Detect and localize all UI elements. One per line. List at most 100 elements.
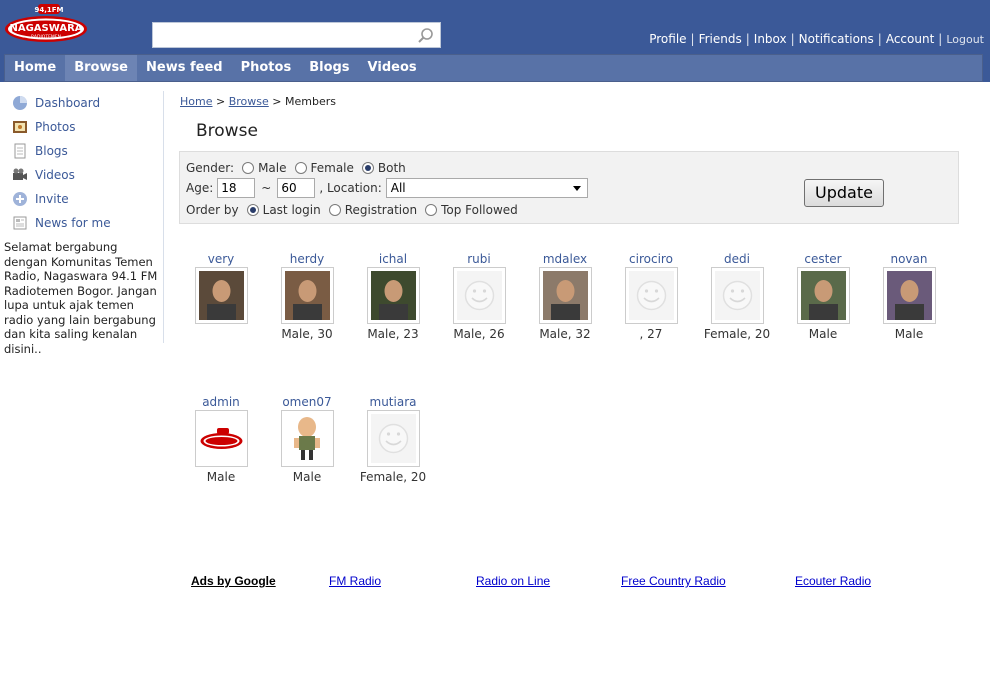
member-name-link[interactable]: admin [181,395,261,410]
member-photo-icon [284,271,330,320]
invite-icon [13,192,27,206]
member-card[interactable]: cirociro , 27 [611,252,691,341]
order-registration-label[interactable]: Registration [345,203,417,217]
sidebar-item-blogs[interactable]: Blogs [4,139,163,163]
gender-male-radio[interactable] [242,162,255,174]
nav-photos[interactable]: Photos [232,55,301,81]
member-meta: , 27 [639,327,663,341]
member-name-link[interactable]: rubi [439,252,519,267]
member-avatar[interactable] [710,267,764,324]
member-card[interactable]: very [181,252,261,327]
ads-label[interactable]: Ads by Google [191,574,276,588]
gender-both-radio[interactable] [361,162,374,174]
member-card[interactable]: dedi Female, 20 [697,252,777,341]
sidebar-item-videos[interactable]: Videos [4,163,163,187]
gender-female-radio[interactable] [294,162,307,174]
filter-panel: Gender: Male Female Both Age: 18 ~ 60 , … [179,151,959,224]
age-max-input[interactable]: 60 [277,178,316,198]
member-avatar[interactable] [624,267,678,324]
member-avatar[interactable] [882,267,936,324]
age-location-row: Age: 18 ~ 60 , Location: All [186,178,588,198]
dashboard-icon [13,96,27,110]
ad-link-fm-radio[interactable]: FM Radio [329,574,381,588]
sidebar-item-label: News for me [35,216,111,230]
member-avatar[interactable] [366,267,420,324]
order-registration-radio[interactable] [328,204,341,216]
location-select[interactable]: All [385,178,588,198]
logout-link[interactable]: Logout [946,33,984,46]
profile-link[interactable]: Profile [649,32,686,46]
member-card[interactable]: admin Male [181,395,261,484]
member-name-link[interactable]: herdy [267,252,347,267]
welcome-text: Selamat bergabung dengan Komunitas Temen… [4,240,158,356]
ad-link-radio-online[interactable]: Radio on Line [476,574,550,588]
friends-link[interactable]: Friends [699,32,742,46]
order-label: Order by [186,203,239,217]
member-name-link[interactable]: mutiara [353,395,433,410]
member-name-link[interactable]: cirociro [611,252,691,267]
member-card[interactable]: novan Male [869,252,949,341]
member-card[interactable]: cester Male [783,252,863,341]
member-name-link[interactable]: very [181,252,261,267]
member-avatar[interactable] [194,267,248,324]
gender-male-label[interactable]: Male [258,161,286,175]
sidebar: Dashboard Photos Blogs Videos Invite New… [4,91,164,356]
member-avatar[interactable] [538,267,592,324]
location-label: , Location: [319,181,382,195]
update-button[interactable]: Update [804,179,884,207]
nav-news-feed[interactable]: News feed [137,55,232,81]
member-name-link[interactable]: ichal [353,252,433,267]
member-avatar[interactable] [796,267,850,324]
member-card[interactable]: herdy Male, 30 [267,252,347,341]
member-card[interactable]: mdalex Male, 32 [525,252,605,341]
sidebar-item-news-for-me[interactable]: News for me [4,211,163,235]
member-meta: Male, 23 [367,327,419,341]
nav-videos[interactable]: Videos [359,55,426,81]
cartoon-avatar-icon [284,414,330,463]
member-card[interactable]: rubi Male, 26 [439,252,519,341]
nav-blogs[interactable]: Blogs [300,55,358,81]
search-icon[interactable] [416,26,436,46]
member-name-link[interactable]: omen07 [267,395,347,410]
sidebar-item-invite[interactable]: Invite [4,187,163,211]
member-card[interactable]: mutiara Female, 20 [353,395,433,484]
member-avatar[interactable] [194,410,248,467]
gender-both-label[interactable]: Both [378,161,406,175]
nagaswara-logo-icon [198,414,244,463]
ad-link-free-country-radio[interactable]: Free Country Radio [621,574,726,588]
member-avatar[interactable] [280,410,334,467]
breadcrumb-separator: > [215,95,226,108]
breadcrumb-home-link[interactable]: Home [180,95,212,108]
member-avatar[interactable] [452,267,506,324]
breadcrumb-browse-link[interactable]: Browse [229,95,269,108]
search-input[interactable] [152,22,441,48]
member-avatar[interactable] [366,410,420,467]
age-min-input[interactable]: 18 [217,178,256,198]
sidebar-item-photos[interactable]: Photos [4,115,163,139]
member-name-link[interactable]: cester [783,252,863,267]
main-nav: Home Browse News feed Photos Blogs Video… [4,54,983,82]
sidebar-item-label: Dashboard [35,96,101,110]
nav-home[interactable]: Home [5,55,65,81]
account-link[interactable]: Account [886,32,934,46]
age-separator: ~ [261,181,272,195]
inbox-link[interactable]: Inbox [754,32,787,46]
logo-text: NAGASWARA [9,23,82,34]
order-top-followed-label[interactable]: Top Followed [441,203,518,217]
order-last-login-radio[interactable] [246,204,259,216]
ad-link-ecouter-radio[interactable]: Ecouter Radio [795,574,871,588]
nagaswara-logo[interactable]: 94,1FM NAGASWARA RADIOTEMEN [4,3,88,43]
member-name-link[interactable]: mdalex [525,252,605,267]
member-avatar[interactable] [280,267,334,324]
member-name-link[interactable]: novan [869,252,949,267]
member-card[interactable]: omen07 Male [267,395,347,484]
member-card[interactable]: ichal Male, 23 [353,252,433,341]
member-photo-icon [886,271,932,320]
gender-female-label[interactable]: Female [311,161,354,175]
order-top-followed-radio[interactable] [425,204,438,216]
notifications-link[interactable]: Notifications [799,32,874,46]
order-last-login-label[interactable]: Last login [263,203,321,217]
sidebar-item-dashboard[interactable]: Dashboard [4,91,163,115]
nav-browse[interactable]: Browse [65,55,138,81]
member-name-link[interactable]: dedi [697,252,777,267]
